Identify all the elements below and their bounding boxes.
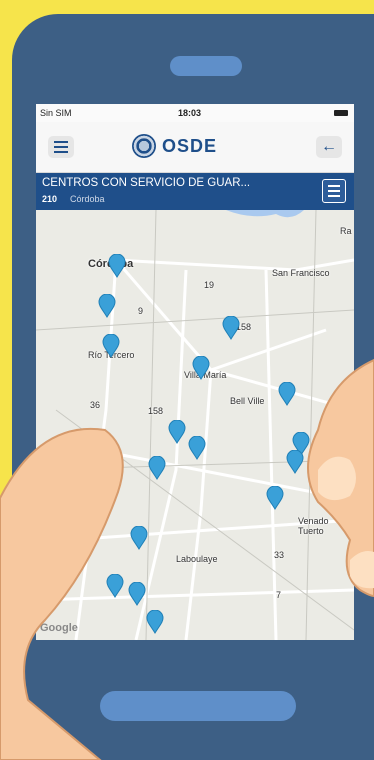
map-pin-icon[interactable]: [168, 419, 186, 444]
map-pin-icon[interactable]: [102, 333, 120, 358]
map-pin-icon[interactable]: [188, 435, 206, 460]
plan-badge: 210: [42, 194, 58, 204]
map-road-33: 33: [274, 550, 285, 560]
city-label: Córdoba: [70, 194, 105, 204]
menu-button[interactable]: [48, 136, 74, 158]
phone-speaker: [170, 56, 242, 76]
map-pin-icon[interactable]: [130, 525, 148, 550]
map-pin-icon[interactable]: [266, 485, 284, 510]
list-view-button[interactable]: [322, 179, 346, 203]
google-attribution: Google: [40, 622, 78, 634]
menu-icon: [54, 141, 68, 143]
map-pin-icon[interactable]: [222, 315, 240, 340]
map-label-laboulaye: Laboulaye: [176, 554, 218, 564]
map-pin-icon[interactable]: [106, 573, 124, 598]
back-arrow-icon: ←: [321, 138, 337, 155]
map-label-bell-ville: Bell Ville: [230, 396, 265, 406]
osde-wordmark: OSDE: [162, 136, 218, 156]
map-pin-icon[interactable]: [128, 581, 146, 606]
map-view[interactable]: Córdoba San Francisco Río Tercero Villa …: [36, 209, 354, 640]
map-label-san-francisco: San Francisco: [272, 268, 330, 278]
map-road-9: 9: [138, 306, 144, 316]
map-pin-icon[interactable]: [148, 455, 166, 480]
osde-logo: OSDE: [132, 134, 262, 160]
map-road-7: 7: [276, 590, 282, 600]
list-icon: [328, 185, 340, 187]
app-screen: Sin SIM 18:03 OSDE ← CENTROS CON SERVICI…: [36, 104, 354, 640]
section-title: CENTROS CON SERVICIO DE GUAR...: [42, 177, 251, 189]
section-banner: CENTROS CON SERVICIO DE GUAR... 210 Córd…: [36, 173, 354, 210]
map-pin-icon[interactable]: [278, 381, 296, 406]
phone-home-button[interactable]: [100, 691, 296, 721]
app-header: OSDE ←: [36, 122, 354, 173]
map-road-35: 35: [74, 460, 85, 470]
map-pin-icon[interactable]: [64, 487, 82, 512]
back-button[interactable]: ←: [316, 136, 342, 158]
status-bar: Sin SIM 18:03: [36, 104, 354, 122]
carrier-label: Sin SIM: [40, 108, 72, 118]
map-road-19: 19: [204, 280, 215, 290]
clock: 18:03: [178, 108, 202, 118]
map-road-36: 36: [90, 400, 101, 410]
map-road-158: 158: [148, 406, 164, 416]
map-pin-icon[interactable]: [286, 449, 304, 474]
battery-icon: [334, 110, 348, 116]
map-pin-icon[interactable]: [192, 355, 210, 380]
map-pin-icon[interactable]: [108, 253, 126, 278]
osde-seal-icon: [132, 134, 156, 158]
map-pin-icon[interactable]: [146, 609, 164, 634]
map-pin-icon[interactable]: [98, 293, 116, 318]
map-label-ra: Ra: [340, 226, 352, 236]
map-label-venado-tuerto: Venado Tuerto: [298, 516, 329, 536]
